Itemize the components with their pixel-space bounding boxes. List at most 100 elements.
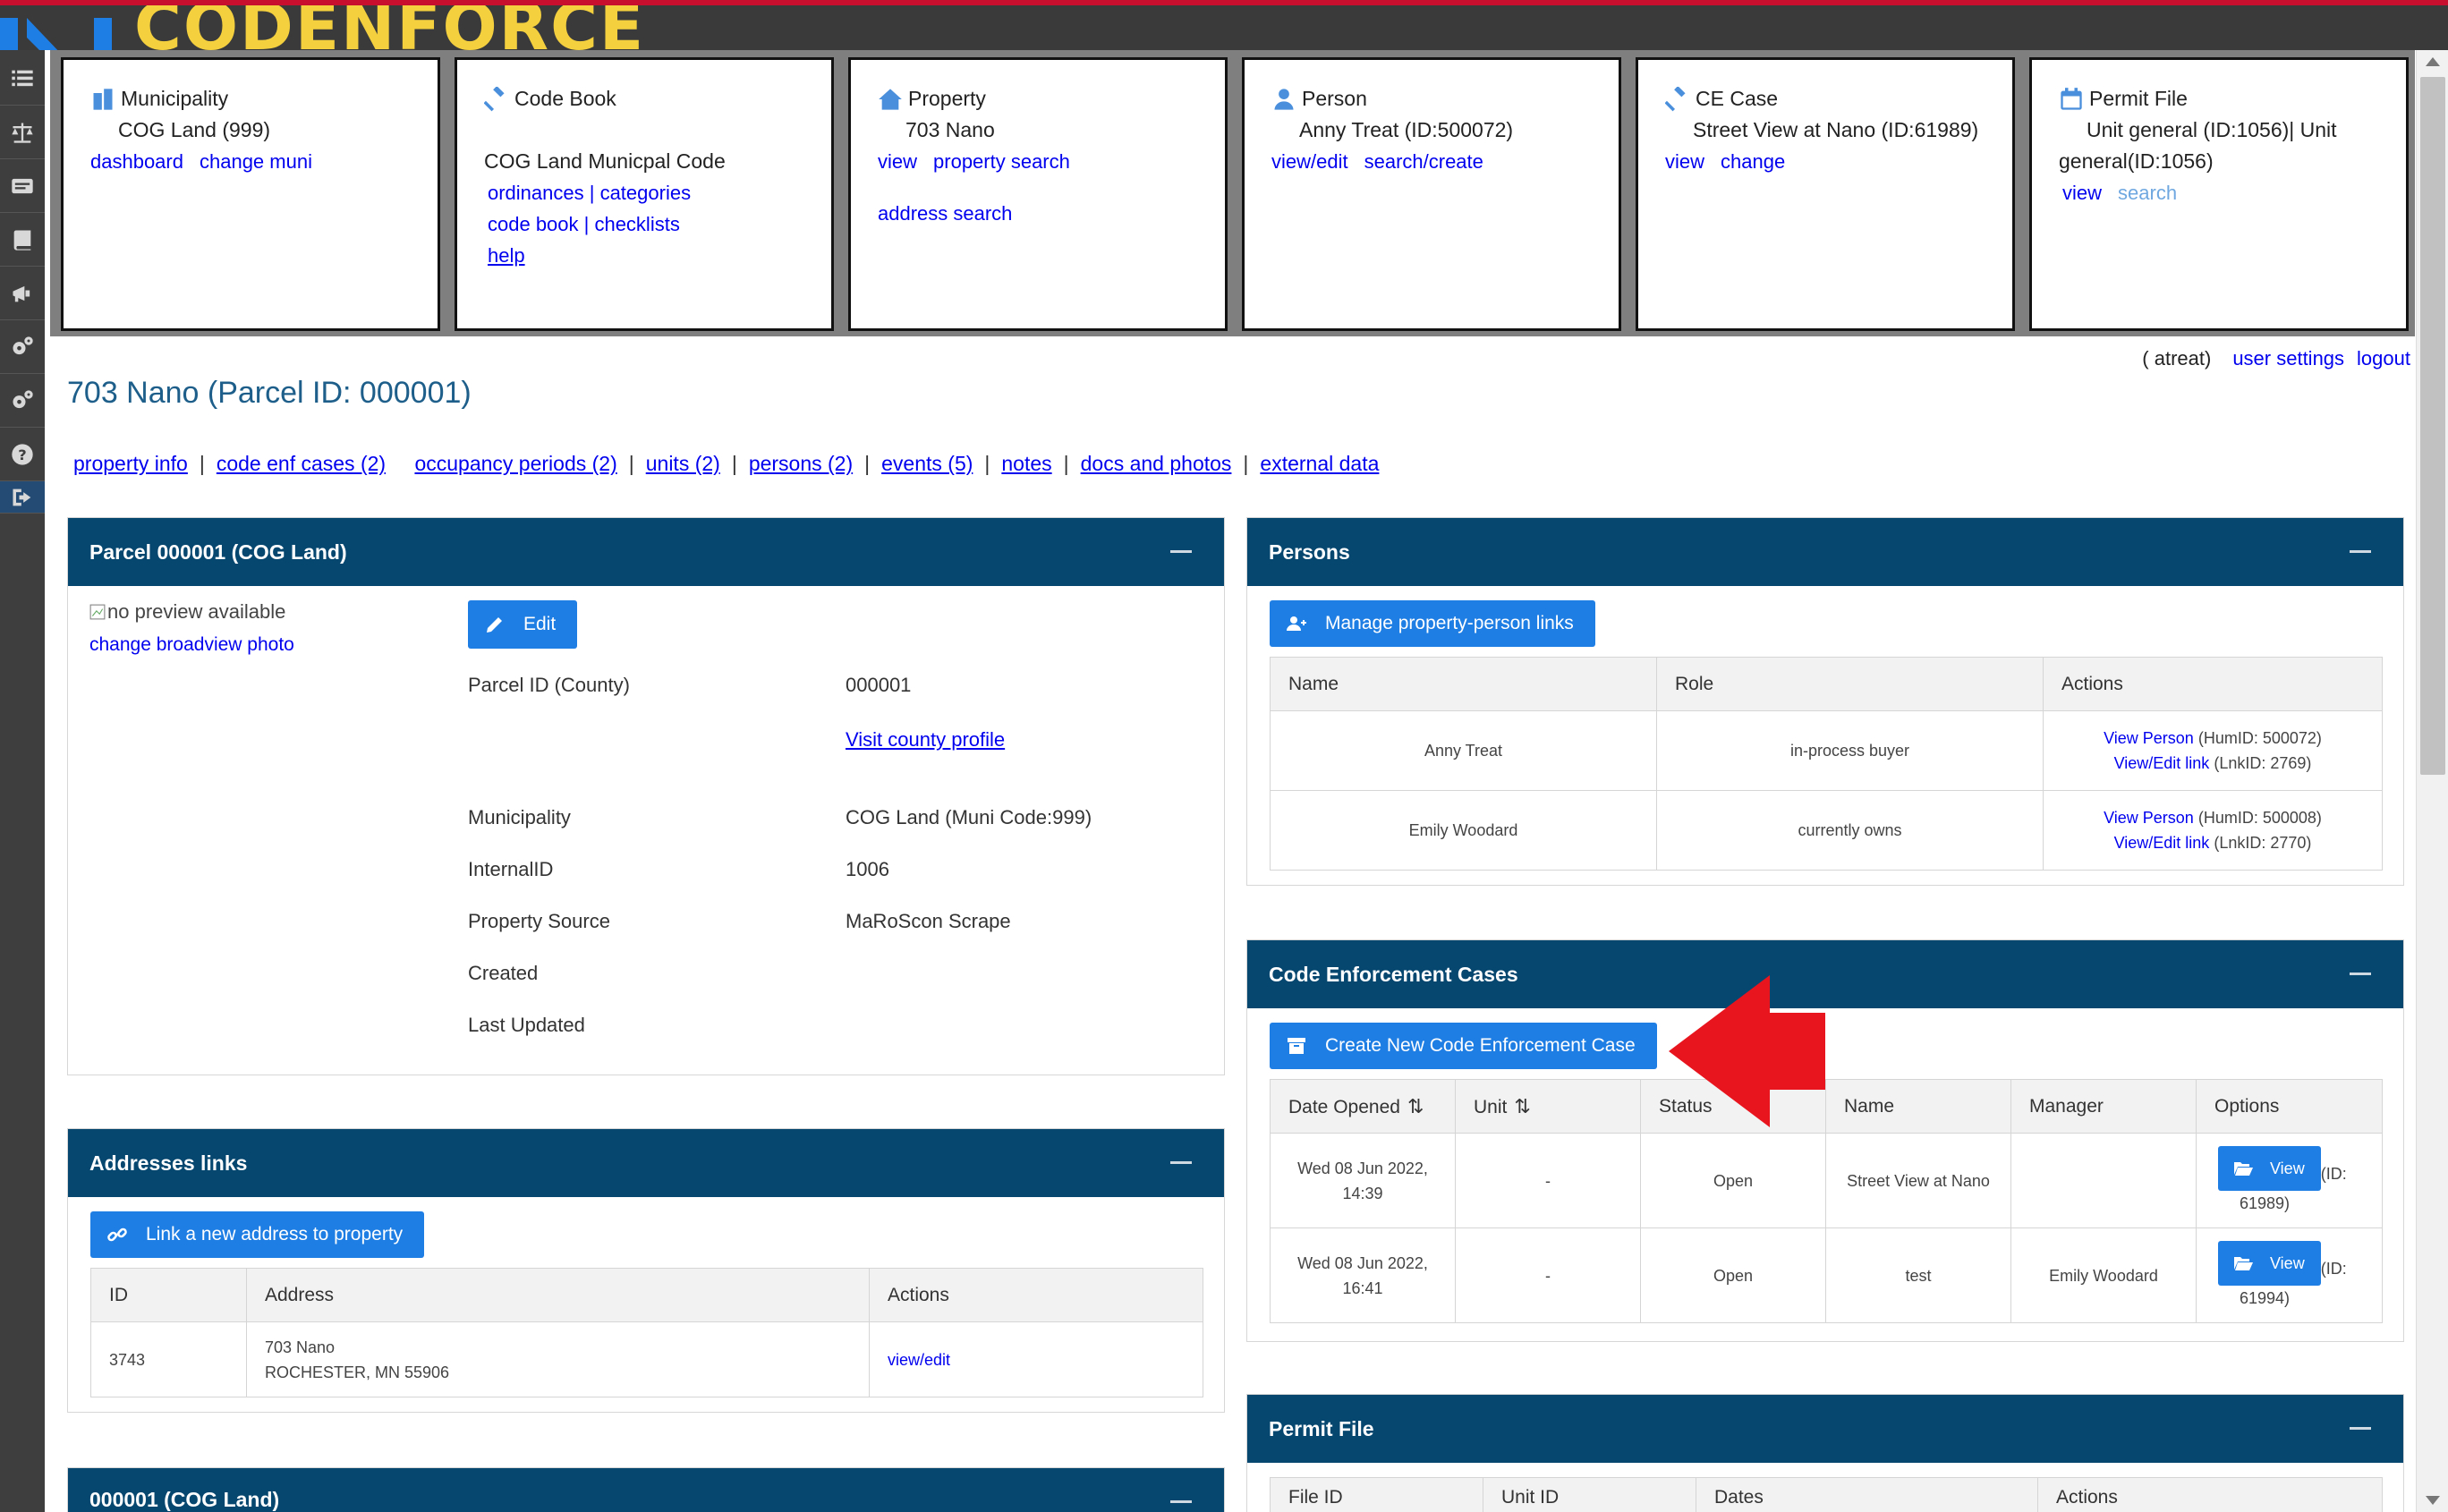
field-label: Last Updated xyxy=(468,1014,585,1036)
tab-docs-photos[interactable]: docs and photos xyxy=(1081,452,1232,475)
megaphone-icon xyxy=(13,285,30,302)
tab-persons[interactable]: persons (2) xyxy=(749,452,853,475)
sidebar-item-list[interactable] xyxy=(0,52,45,106)
tab-occupancy-periods[interactable]: occupancy periods (2) xyxy=(414,452,616,475)
archive-icon xyxy=(1288,1038,1305,1054)
sort-unit-header[interactable]: Unit ⇅ xyxy=(1455,1079,1641,1134)
sidebar-item-settings[interactable] xyxy=(0,320,45,374)
address-line2: ROCHESTER, MN 55906 xyxy=(265,1363,450,1381)
folder-open-icon xyxy=(2234,1256,2253,1270)
column-header: Address xyxy=(246,1268,870,1322)
user-bar: ( atreat) user settings logout xyxy=(2142,347,2410,370)
panel-header: Parcel 000001 (COG Land) xyxy=(68,518,1224,586)
tab-events[interactable]: events (5) xyxy=(881,452,973,475)
tab-units[interactable]: units (2) xyxy=(646,452,720,475)
sidebar-item-records[interactable] xyxy=(0,159,45,213)
change-muni-link[interactable]: change muni xyxy=(200,150,312,173)
field-label: Municipality xyxy=(468,806,571,828)
column-header: Dates xyxy=(1696,1477,2038,1512)
address-search-link[interactable]: address search xyxy=(878,202,1012,225)
case-status: Open xyxy=(1640,1227,1826,1323)
collapse-icon[interactable] xyxy=(1170,1500,1192,1503)
sidebar-item-announce[interactable] xyxy=(0,267,45,320)
logout-link[interactable]: logout xyxy=(2357,347,2410,370)
sidebar-item-admin[interactable] xyxy=(0,374,45,428)
panel-title: 000001 (COG Land) xyxy=(89,1488,280,1511)
field-value: 000001 xyxy=(846,674,912,696)
collapse-icon[interactable] xyxy=(1170,1161,1192,1164)
panel-title: Code Enforcement Cases xyxy=(1269,962,1518,986)
scale-icon xyxy=(12,123,33,143)
sort-icon[interactable]: ⇅ xyxy=(1407,1095,1424,1118)
collapse-icon[interactable] xyxy=(2350,1427,2371,1430)
card-value: COG Land (999) xyxy=(118,118,271,141)
help-link[interactable]: help xyxy=(488,244,525,267)
case-date: Wed 08 Jun 2022, 14:39 xyxy=(1270,1133,1456,1228)
username: ( atreat) xyxy=(2142,347,2212,370)
view-case-button[interactable]: View xyxy=(2218,1240,2321,1286)
collapse-icon[interactable] xyxy=(2350,973,2371,975)
sidebar-item-codebook[interactable] xyxy=(0,213,45,267)
card-title: Municipality xyxy=(121,87,229,110)
actions-cell: View Person (HumID: 500008) View/Edit li… xyxy=(2043,790,2383,871)
tab-notes[interactable]: notes xyxy=(1001,452,1051,475)
codebook-link[interactable]: code book | checklists xyxy=(488,213,680,235)
sidebar: ? xyxy=(0,50,45,1512)
tab-code-enf-cases[interactable]: code enf cases (2) xyxy=(217,452,386,475)
actions-cell: View Person (HumID: 500072) View/Edit li… xyxy=(2043,710,2383,791)
view-edit-link[interactable]: view/edit xyxy=(888,1351,950,1369)
person-search-link[interactable]: search/create xyxy=(1364,150,1483,173)
property-search-link[interactable]: property search xyxy=(933,150,1070,173)
column-header: Options xyxy=(2196,1079,2383,1134)
link-address-button[interactable]: Link a new address to property xyxy=(90,1211,425,1258)
permit-search-link[interactable]: search xyxy=(2118,182,2177,204)
user-settings-link[interactable]: user settings xyxy=(2232,347,2344,370)
sort-date-header[interactable]: Date Opened ⇅ xyxy=(1270,1079,1456,1134)
case-manager: Emily Woodard xyxy=(2010,1227,2197,1323)
scroll-down-icon[interactable] xyxy=(2426,1496,2440,1505)
view-edit-link[interactable]: View/Edit link xyxy=(2114,754,2210,772)
permit-view-link[interactable]: view xyxy=(2062,182,2102,204)
actions-cell: view/edit xyxy=(869,1321,1203,1397)
page-scrollbar[interactable] xyxy=(2416,50,2448,1512)
section-tabs: property info | code enf cases (2) occupan… xyxy=(73,452,1380,475)
county-profile-link[interactable]: Visit county profile xyxy=(846,728,1005,752)
create-case-button[interactable]: Create New Code Enforcement Case xyxy=(1270,1023,1657,1069)
case-manager xyxy=(2010,1133,2197,1228)
tab-property-info[interactable]: property info xyxy=(73,452,188,475)
manage-person-links-button[interactable]: Manage property-person links xyxy=(1270,600,1595,647)
field-label: Created xyxy=(468,962,539,984)
scroll-up-icon[interactable] xyxy=(2426,57,2440,66)
case-view-link[interactable]: view xyxy=(1665,150,1704,173)
cases-table: Date Opened ⇅ Unit ⇅ Status Name Manager O… xyxy=(1270,1079,2383,1323)
card-title: CE Case xyxy=(1696,87,1779,110)
collapse-icon[interactable] xyxy=(2350,550,2371,553)
sidebar-item-logout[interactable] xyxy=(0,481,45,514)
sidebar-item-help[interactable]: ? xyxy=(0,428,45,481)
gavel-icon xyxy=(1665,86,1686,111)
municipality-card: Municipality COG Land (999) dashboard cha… xyxy=(61,57,440,331)
tab-external-data[interactable]: external data xyxy=(1260,452,1379,475)
ordinances-link[interactable]: ordinances | categories xyxy=(488,182,691,204)
view-person-link[interactable]: View Person xyxy=(2104,809,2194,827)
view-person-link[interactable]: View Person xyxy=(2104,729,2194,747)
gears-icon xyxy=(13,389,33,408)
sort-icon[interactable]: ⇅ xyxy=(1514,1095,1530,1118)
change-photo-link[interactable]: change broadview photo xyxy=(89,634,294,656)
scroll-thumb[interactable] xyxy=(2420,77,2445,775)
addresses-table: ID Address Actions 3743 703 Nano ROCHEST… xyxy=(90,1268,1203,1397)
edit-button[interactable]: Edit xyxy=(468,600,578,649)
building-icon xyxy=(93,88,113,110)
property-card: Property 703 Nano view property search ad… xyxy=(848,57,1228,331)
permit-card: Permit File Unit general (ID:1056)| Unit… xyxy=(2029,57,2409,331)
view-case-button[interactable]: View xyxy=(2218,1145,2321,1191)
collapse-icon[interactable] xyxy=(1170,550,1192,553)
table-row: Anny Treat in-process buyer View Person … xyxy=(1270,710,2383,791)
view-edit-link[interactable]: View/Edit link xyxy=(2114,834,2210,852)
case-change-link[interactable]: change xyxy=(1721,150,1785,173)
property-view-link[interactable]: view xyxy=(878,150,917,173)
dashboard-link[interactable]: dashboard xyxy=(90,150,183,173)
sidebar-item-code[interactable] xyxy=(0,106,45,159)
person-view-edit-link[interactable]: view/edit xyxy=(1271,150,1348,173)
panel-title: Parcel 000001 (COG Land) xyxy=(89,539,347,564)
